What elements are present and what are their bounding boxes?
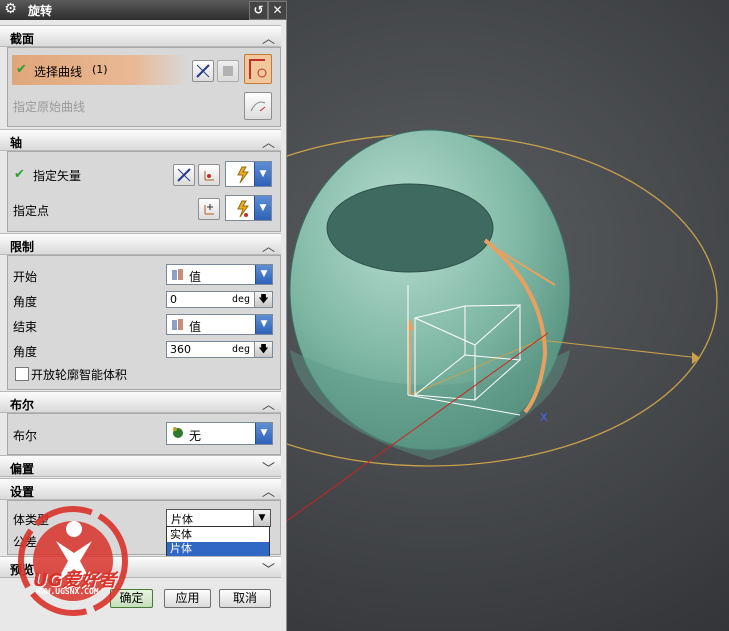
boolean-dropdown[interactable]: 无 ▼ <box>166 422 273 445</box>
start-type-dropdown[interactable]: 值 ▼ <box>166 264 273 285</box>
value-icon <box>172 319 183 330</box>
start-angle-unit: deg <box>231 294 250 305</box>
chevron-down-icon[interactable]: ﹀ <box>262 559 275 578</box>
reset-button[interactable]: ↺ <box>249 1 268 20</box>
axis-title: 轴 <box>10 136 23 150</box>
option-sheet[interactable]: 片体 <box>167 542 269 556</box>
select-curve-row[interactable]: ✔ 选择曲线 (1) <box>12 55 187 85</box>
start-angle-input[interactable]: 0 deg 🡇 <box>166 291 273 308</box>
curve-rule-icon[interactable] <box>192 60 214 82</box>
end-type-value: 值 <box>189 320 202 334</box>
cancel-button[interactable]: 取消 <box>219 589 271 608</box>
boolean-title: 布尔 <box>10 398 35 412</box>
start-angle-label: 角度 <box>13 295 38 309</box>
axis-panel: ✔ 指定矢量 ▼ 指定点 ▼ <box>7 151 281 232</box>
chevron-up-icon[interactable]: ︿ <box>262 481 275 500</box>
point-dialog-icon[interactable] <box>198 198 220 220</box>
end-angle-input[interactable]: 360 deg 🡇 <box>166 341 273 358</box>
vector-reverse-icon[interactable] <box>173 164 195 186</box>
chevron-up-icon[interactable]: ︿ <box>262 132 275 151</box>
origin-curve-icon[interactable] <box>244 92 272 120</box>
boolean-header[interactable]: 布尔 ︿ <box>0 391 281 413</box>
end-type-dropdown[interactable]: 值 ▼ <box>166 314 273 335</box>
sphere-top-opening <box>326 183 494 273</box>
inferred-point-icon <box>237 200 249 218</box>
arrow-down-icon[interactable]: 🡇 <box>254 292 272 307</box>
cancel-label: 取消 <box>232 591 257 605</box>
apply-label: 应用 <box>175 591 200 605</box>
dialog-title: 旋转 <box>28 4 53 18</box>
chevron-up-icon[interactable]: ︿ <box>262 394 275 413</box>
vector-dialog-icon[interactable] <box>198 164 220 186</box>
point-label: 指定点 <box>13 204 50 218</box>
gear-icon[interactable]: ⚙ <box>3 2 18 17</box>
offset-title: 偏置 <box>10 462 35 476</box>
body-type-options: 实体 片体 <box>166 526 270 556</box>
settings-header[interactable]: 设置 ︿ <box>0 478 281 500</box>
open-profile-label: 开放轮廓智能体积 <box>31 368 128 382</box>
point-type-dropdown[interactable]: ▼ <box>225 195 272 221</box>
chevron-down-icon[interactable]: ▼ <box>254 162 271 186</box>
start-type-value: 值 <box>189 270 202 284</box>
body-type-dropdown[interactable]: 片体 ▼ <box>166 509 271 527</box>
chevron-down-icon[interactable]: ﹀ <box>262 458 275 477</box>
close-button[interactable]: ✕ <box>268 1 287 20</box>
boolean-panel: 布尔 无 ▼ <box>7 413 281 455</box>
select-curve-label: 选择曲线 <box>34 65 83 79</box>
chevron-down-icon[interactable]: ▼ <box>255 423 272 444</box>
vector-type-dropdown[interactable]: ▼ <box>225 161 272 187</box>
logo-mark <box>18 506 128 616</box>
chevron-down-icon[interactable]: ▼ <box>253 510 270 526</box>
option-solid[interactable]: 实体 <box>167 528 269 542</box>
select-curve-count: (1) <box>92 63 108 76</box>
x-axis-label: X <box>540 411 548 424</box>
apply-button[interactable]: 应用 <box>164 589 211 608</box>
dialog-titlebar: ⚙ 旋转 ↺ ✕ <box>0 0 287 20</box>
end-angle-value: 360 <box>170 343 191 356</box>
axis-header[interactable]: 轴 ︿ <box>0 129 281 151</box>
end-angle-unit: deg <box>231 344 250 355</box>
section-header[interactable]: 截面 ︿ <box>0 25 281 47</box>
body-type-value: 片体 <box>171 513 193 526</box>
boolean-field-label: 布尔 <box>13 429 38 443</box>
revolve-dialog: ⚙ 旋转 ↺ ✕ 截面 ︿ ✔ 选择曲线 (1) 指定原始曲线 轴 ︿ ✔ 指定… <box>0 0 287 631</box>
limits-panel: 开始 值 ▼ 角度 0 deg 🡇 结束 值 ▼ 角度 360 deg 🡇 开放… <box>7 255 281 390</box>
chevron-up-icon[interactable]: ︿ <box>262 28 275 47</box>
start-angle-value: 0 <box>170 293 177 306</box>
offset-header[interactable]: 偏置 ﹀ <box>0 455 281 477</box>
sketch-icon[interactable] <box>217 60 239 82</box>
section-panel: ✔ 选择曲线 (1) 指定原始曲线 <box>7 47 281 127</box>
open-profile-checkbox[interactable] <box>15 367 29 381</box>
section-title: 截面 <box>10 32 35 46</box>
check-icon: ✔ <box>14 167 25 182</box>
settings-title: 设置 <box>10 485 35 499</box>
start-label: 开始 <box>13 270 38 284</box>
chevron-down-icon[interactable]: ▼ <box>254 196 271 220</box>
origin-curve-label: 指定原始曲线 <box>13 100 86 114</box>
value-icon <box>172 269 183 280</box>
logo-url: WWW.UGSNX.COM <box>36 587 99 596</box>
limits-title: 限制 <box>10 240 35 254</box>
sketch-section-icon[interactable] <box>244 54 272 84</box>
end-label: 结束 <box>13 320 38 334</box>
ugsnx-logo: UG爱好者 WWW.UGSNX.COM <box>18 503 138 621</box>
check-icon: ✔ <box>16 62 27 77</box>
chevron-up-icon[interactable]: ︿ <box>262 236 275 255</box>
chevron-down-icon[interactable]: ▼ <box>255 315 272 334</box>
boolean-none-icon <box>173 427 183 438</box>
inferred-vector-icon <box>237 166 249 184</box>
end-angle-label: 角度 <box>13 345 38 359</box>
boolean-value: 无 <box>189 429 202 443</box>
limits-header[interactable]: 限制 ︿ <box>0 233 281 255</box>
arrow-down-icon[interactable]: 🡇 <box>254 342 272 357</box>
chevron-down-icon[interactable]: ▼ <box>255 265 272 284</box>
vector-label: 指定矢量 <box>33 169 82 183</box>
